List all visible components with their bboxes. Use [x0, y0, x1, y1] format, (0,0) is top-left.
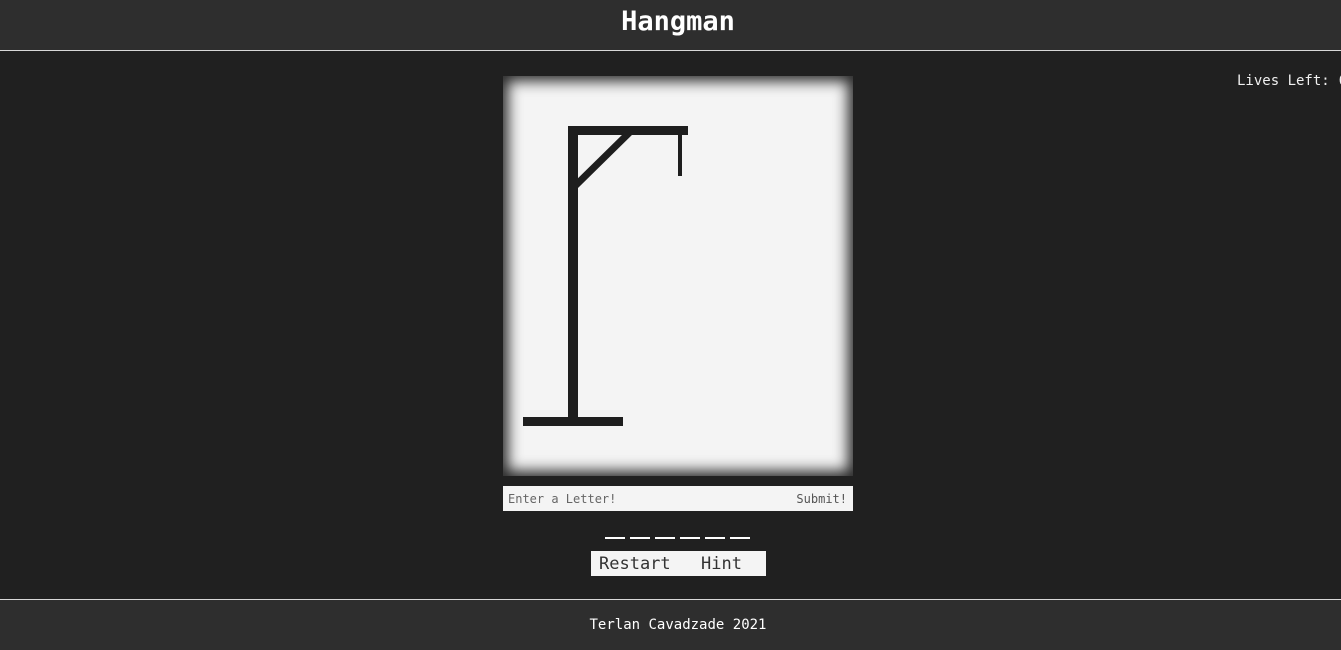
letter-blank	[680, 537, 700, 539]
word-blanks	[605, 537, 755, 541]
guess-form: Submit!	[503, 486, 853, 511]
gallows-drawing	[523, 126, 688, 426]
gallows-pole	[568, 126, 578, 421]
restart-button[interactable]: Restart	[599, 551, 671, 576]
letter-blank	[655, 537, 675, 539]
letter-input[interactable]	[503, 486, 783, 511]
header-bar: Hangman	[0, 0, 1341, 51]
lives-counter: Lives Left:6	[1237, 72, 1341, 90]
letter-blank	[705, 537, 725, 539]
lives-label: Lives Left:	[1237, 73, 1330, 89]
page-title: Hangman	[621, 6, 735, 37]
hint-button[interactable]: Hint	[701, 551, 742, 576]
gallows-rope	[678, 131, 682, 176]
letter-blank	[605, 537, 625, 539]
letter-blank	[630, 537, 650, 539]
gallows-brace	[570, 128, 634, 191]
footer-bar: Terlan Cavadzade 2021	[0, 599, 1341, 650]
hangman-board	[503, 76, 853, 476]
footer-credit: Terlan Cavadzade 2021	[589, 617, 767, 633]
game-controls: Restart Hint	[591, 551, 766, 576]
letter-blank	[730, 537, 750, 539]
submit-button[interactable]: Submit!	[790, 486, 853, 511]
